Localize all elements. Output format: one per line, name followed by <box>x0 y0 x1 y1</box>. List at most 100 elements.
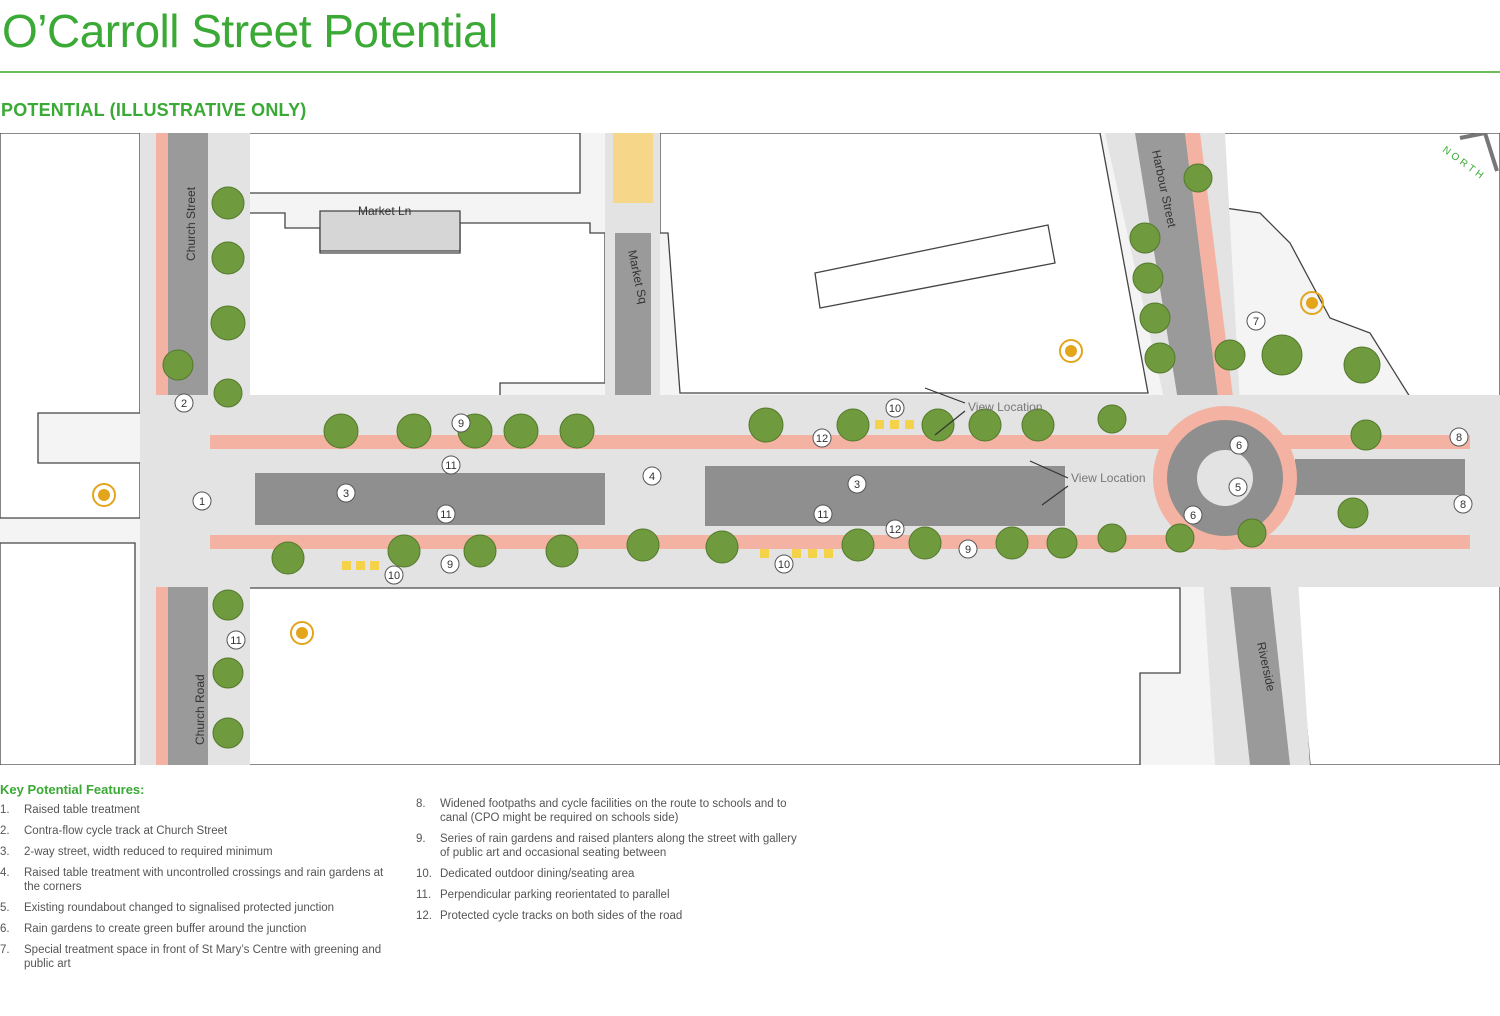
legend-item-text-line2: the corners <box>24 881 82 893</box>
street-label-church-street: Church Street <box>184 186 198 261</box>
marker-label: 11 <box>445 460 456 472</box>
marker-label: 7 <box>1253 316 1259 328</box>
seat <box>760 549 769 558</box>
legend-item-text: Contra-flow cycle track at Church Street <box>24 825 228 837</box>
landmark-north-dot <box>1065 345 1077 357</box>
tree <box>559 413 595 449</box>
legend-item-number: 2. <box>0 825 10 837</box>
tree <box>1097 523 1127 553</box>
legend-item-number: 1. <box>0 804 10 816</box>
tree <box>1132 262 1164 294</box>
marker-label: 3 <box>343 488 349 500</box>
legend-item-text: Dedicated outdoor dining/seating area <box>440 868 635 880</box>
legend-item-text: Series of rain gardens and raised plante… <box>440 833 797 845</box>
marker-label: 8 <box>1456 432 1462 444</box>
legend-item: 6. Rain gardens to create green buffer a… <box>0 922 400 938</box>
tree <box>1337 497 1369 529</box>
tree <box>995 526 1029 560</box>
street-label-church-road: Church Road <box>193 674 207 745</box>
legend-item-text: Raised table treatment <box>24 804 140 816</box>
tree <box>212 589 244 621</box>
marker-label: 6 <box>1190 510 1196 522</box>
feature-marker-4: 4 <box>642 466 662 486</box>
tree <box>396 413 432 449</box>
building-west-lower <box>0 542 136 765</box>
marker-label: 1 <box>199 496 205 508</box>
marker-label: 3 <box>854 479 860 491</box>
marker-label: 10 <box>778 559 790 571</box>
feature-marker-12: 12 <box>885 519 905 539</box>
feature-marker-1: 1 <box>192 491 212 511</box>
tree <box>271 541 305 575</box>
junction-island <box>1197 450 1253 506</box>
legend-item-text: Widened footpaths and cycle facilities o… <box>440 798 787 810</box>
legend-item-text: Special treatment space in front of St M… <box>24 944 382 956</box>
marker-label: 4 <box>649 471 655 483</box>
tree <box>1165 523 1195 553</box>
legend-item-text: Rain gardens to create green buffer arou… <box>24 923 307 935</box>
tree <box>908 526 942 560</box>
tree <box>1097 404 1127 434</box>
legend-item-text-line2: of public art and occasional seating bet… <box>440 847 667 859</box>
legend-item-number: 8. <box>416 798 426 810</box>
seat <box>342 561 351 570</box>
legend-item-text-line2: canal (CPO might be required on schools … <box>440 812 679 824</box>
legend-item-number: 3. <box>0 846 10 858</box>
legend-item-number: 4. <box>0 867 10 879</box>
feature-marker-9: 9 <box>451 413 471 433</box>
legend-item-text: Raised table treatment with uncontrolled… <box>24 867 384 879</box>
tree <box>1144 342 1176 374</box>
legend-item-number: 10. <box>416 868 432 880</box>
legend-item: 5. Existing roundabout changed to signal… <box>0 901 400 917</box>
feature-marker-11: 11 <box>436 504 456 524</box>
street-label-market-ln: Market Ln <box>358 204 411 218</box>
legend-item-number: 9. <box>416 833 426 845</box>
seat <box>824 549 833 558</box>
seat <box>792 549 801 558</box>
seat <box>370 561 379 570</box>
tree <box>210 305 246 341</box>
marker-label: 6 <box>1236 440 1242 452</box>
tree <box>1261 334 1303 376</box>
tree <box>705 530 739 564</box>
feature-marker-11: 11 <box>813 504 833 524</box>
feature-marker-11: 11 <box>226 630 246 650</box>
tree <box>1183 163 1213 193</box>
seat <box>875 420 884 429</box>
marker-label: 12 <box>889 524 901 536</box>
tree <box>212 657 244 689</box>
feature-marker-7: 7 <box>1246 311 1266 331</box>
marker-label: 9 <box>447 559 453 571</box>
street-plan-map: NORTH Church Street Market Ln Market Sq … <box>0 133 1500 765</box>
tree <box>211 241 245 275</box>
feature-marker-2: 2 <box>174 393 194 413</box>
tree <box>921 408 955 442</box>
seat <box>905 420 914 429</box>
feature-marker-3: 3 <box>847 474 867 494</box>
feature-marker-5: 5 <box>1228 477 1248 497</box>
legend-item: 2. Contra-flow cycle track at Church Str… <box>0 824 400 840</box>
tree <box>836 408 870 442</box>
marker-label: 10 <box>889 403 901 415</box>
tree <box>1343 346 1381 384</box>
legend-item-number: 12. <box>416 910 432 922</box>
seat <box>356 561 365 570</box>
legend-item-number: 6. <box>0 923 10 935</box>
legend-item: 10. Dedicated outdoor dining/seating are… <box>416 867 836 883</box>
page-subtitle: POTENTIAL (ILLUSTRATIVE ONLY) <box>1 100 307 120</box>
legend-item: 7. Special treatment space in front of S… <box>0 943 400 973</box>
marker-label: 2 <box>181 398 187 410</box>
legend-heading: Key Potential Features: <box>0 782 145 797</box>
tree <box>323 413 359 449</box>
feature-marker-6: 6 <box>1183 505 1203 525</box>
marker-label: 12 <box>816 433 828 445</box>
tree <box>748 407 784 443</box>
tree <box>212 717 244 749</box>
feature-marker-12: 12 <box>812 428 832 448</box>
title-divider <box>0 71 1500 73</box>
market-sq-surface <box>613 133 653 203</box>
view-location-label-central: View Location <box>1071 471 1146 485</box>
marker-label: 5 <box>1235 482 1241 494</box>
carriageway-west <box>255 473 605 525</box>
feature-marker-10: 10 <box>384 565 404 585</box>
